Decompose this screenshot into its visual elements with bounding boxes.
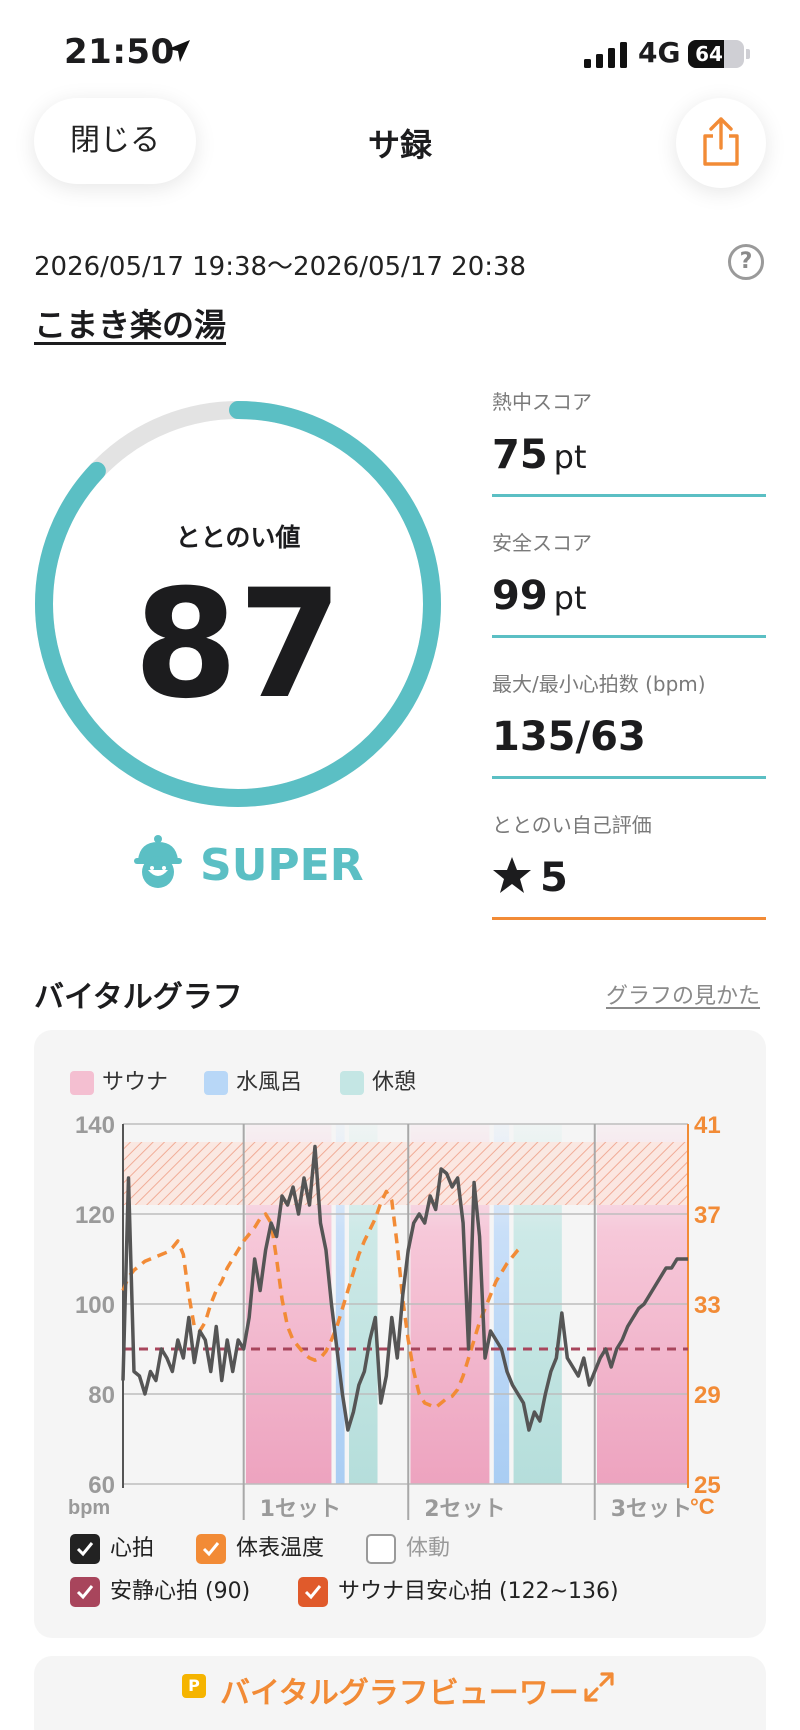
- stat-heart-rate: 最大/最小心拍数 (bpm) 135/63: [492, 668, 766, 779]
- help-icon[interactable]: ?: [728, 244, 764, 280]
- y-tick-label-left: 80: [88, 1382, 115, 1409]
- cellular-signal-icon: [584, 42, 628, 72]
- stat-unit: pt: [553, 438, 587, 476]
- checkbox-checked-icon: [196, 1534, 226, 1564]
- checkbox-label: 心拍: [110, 1536, 155, 1561]
- checkbox-label: サウナ目安心拍 (122~136): [338, 1579, 619, 1604]
- y-tick-label-left: 140: [75, 1112, 115, 1139]
- y-axis-unit-right: °C: [690, 1494, 715, 1519]
- stat-value: 75: [492, 432, 548, 478]
- battery-icon: 64: [688, 40, 750, 68]
- set-label: 3セット: [611, 1497, 692, 1520]
- rank-label: SUPER: [200, 840, 364, 891]
- legend-sauna: サウナ: [70, 1064, 169, 1095]
- premium-icon: P: [182, 1674, 206, 1698]
- share-icon: [703, 117, 739, 166]
- y-axis-unit-left: bpm: [68, 1497, 110, 1519]
- stat-label: ととのい自己評価: [492, 813, 652, 837]
- page-title: サ録: [367, 126, 432, 164]
- y-tick-label-left: 100: [75, 1292, 115, 1319]
- network-type: 4G: [638, 36, 681, 69]
- stat-label: 熱中スコア: [492, 390, 592, 414]
- share-button[interactable]: [676, 98, 766, 188]
- legend-cold-bath: 水風呂: [204, 1064, 303, 1095]
- gauge-label: ととのい値: [175, 523, 301, 552]
- checkbox-checked-icon: [70, 1577, 100, 1607]
- status-bar: 21:50 4G 64: [0, 0, 800, 100]
- legend-label: サウナ: [102, 1070, 169, 1095]
- divider: [492, 776, 766, 779]
- status-time: 21:50: [64, 32, 175, 72]
- y-tick-label-right: 41: [694, 1112, 721, 1139]
- session-datetime: 2026/05/17 19:38〜2026/05/17 20:38: [34, 252, 527, 282]
- stat-unit: pt: [553, 579, 587, 617]
- legend-label: 水風呂: [236, 1070, 303, 1095]
- stat-value: 99: [492, 573, 548, 619]
- checkbox-label: 体動: [406, 1536, 451, 1561]
- divider: [492, 917, 766, 920]
- checkbox-checked-icon: [70, 1534, 100, 1564]
- stat-self-rating: ととのい自己評価 5: [492, 809, 766, 920]
- stat-label: 最大/最小心拍数 (bpm): [492, 672, 706, 696]
- vital-chart: 1401201008060bpm4137332925°C1セット 2セット 3セット: [68, 1112, 721, 1520]
- checkbox-body-motion[interactable]: 体動: [366, 1530, 450, 1564]
- stat-value: 5: [540, 855, 568, 901]
- checkbox-label: 体表温度: [236, 1536, 325, 1561]
- stat-safety-score: 安全スコア 99 pt: [492, 527, 766, 638]
- viewer-button-label: バイタルグラフビューワー: [220, 1676, 579, 1711]
- location-arrow-icon: [166, 38, 192, 68]
- checkbox-unchecked-icon: [366, 1534, 396, 1564]
- divider: [492, 494, 766, 497]
- legend-rest: 休憩: [340, 1064, 417, 1095]
- expand-icon: [584, 1672, 614, 1702]
- legend-label: 休憩: [372, 1070, 417, 1095]
- set-label: 1セット: [260, 1497, 341, 1520]
- divider: [492, 635, 766, 638]
- gauge-value: 87: [133, 558, 343, 732]
- stat-label: 安全スコア: [492, 531, 592, 555]
- y-tick-label-right: 29: [694, 1382, 721, 1409]
- vital-graph-viewer-button[interactable]: P バイタルグラフビューワー: [34, 1656, 766, 1730]
- vital-graph-title: バイタルグラフ: [34, 980, 243, 1015]
- stat-value: 135/63: [492, 714, 646, 760]
- checkbox-label: 安静心拍 (90): [110, 1579, 251, 1604]
- close-button[interactable]: 閉じる: [34, 98, 196, 184]
- graph-guide-link[interactable]: グラフの見かた: [606, 978, 760, 1010]
- legend-swatch: [70, 1071, 94, 1095]
- set-label: 2セット: [424, 1497, 505, 1520]
- checkbox-heart-rate[interactable]: 心拍: [70, 1530, 154, 1564]
- stat-heat-score: 熱中スコア 75 pt: [492, 386, 766, 497]
- checkbox-sauna-target-hr[interactable]: サウナ目安心拍 (122~136): [298, 1573, 619, 1607]
- y-tick-label-right: 37: [694, 1202, 721, 1229]
- star-icon: [493, 857, 531, 893]
- y-tick-label-left: 120: [75, 1202, 115, 1229]
- sauna-target-zone: [123, 1142, 688, 1205]
- checkbox-resting-hr[interactable]: 安静心拍 (90): [70, 1573, 250, 1607]
- legend-swatch: [204, 1071, 228, 1095]
- y-tick-label-left: 60: [88, 1472, 115, 1499]
- checkbox-checked-icon: [298, 1577, 328, 1607]
- rank-character-icon: [134, 835, 182, 888]
- checkbox-skin-temp[interactable]: 体表温度: [196, 1530, 324, 1564]
- legend-swatch: [340, 1071, 364, 1095]
- facility-link[interactable]: こまき楽の湯: [34, 300, 226, 346]
- y-tick-label-right: 33: [694, 1292, 721, 1319]
- battery-level: 64: [695, 42, 723, 66]
